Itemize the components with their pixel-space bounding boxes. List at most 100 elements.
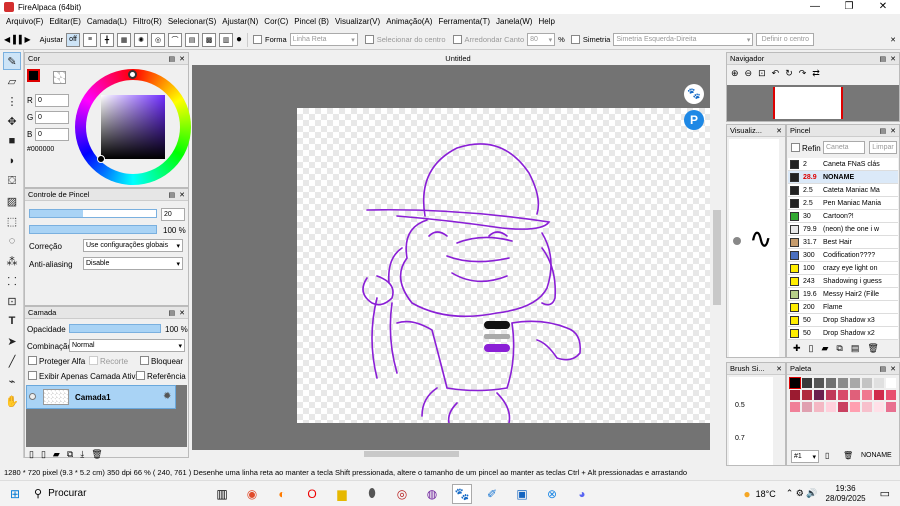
brush-list-item[interactable]: 28.9 NONAME [788,171,898,184]
panel-close-icon[interactable]: ✕ [890,365,896,373]
protect-alpha-checkbox[interactable] [28,356,37,365]
snap-circle-icon[interactable]: ◎ [151,32,165,47]
palette-swatch[interactable] [802,378,812,388]
close-button[interactable]: ✕ [866,0,900,14]
panel-float-icon[interactable]: ▤ [880,365,887,373]
notepad-icon[interactable]: ✐ [482,484,502,504]
palette-swatch[interactable] [874,378,884,388]
palette-swatch[interactable] [802,402,812,412]
gradient-icon[interactable]: ▨ [3,192,21,210]
antialiasing-select[interactable]: Disable ▾ [83,257,183,270]
zoom-out-icon[interactable]: ⊖ [745,68,753,79]
bucket-icon[interactable]: ⛋ [3,172,21,190]
hand-icon[interactable]: ✋ [3,392,21,410]
brush-list-item[interactable]: 200 Flame [788,301,898,314]
g-input[interactable]: 0 [35,111,69,124]
tray-icons[interactable]: ⌃ ⚙ 🔊 [786,488,818,499]
magic-wand-icon[interactable]: ⁂ [3,252,21,270]
toolbar-close-icon[interactable]: ✕ [890,36,896,44]
select-pen-icon[interactable]: ⸬ [3,272,21,290]
palette-swatch[interactable] [826,378,836,388]
palette-swatch[interactable] [838,378,848,388]
brush-opacity-slider[interactable] [29,225,157,234]
visibility-icon[interactable] [29,393,36,400]
notification-icon[interactable]: ▭ [880,487,890,500]
new-folder-icon[interactable]: ▰ [53,449,60,460]
vertical-scrollbar[interactable] [710,65,724,458]
clock[interactable]: 19:36 28/09/2025 [826,484,866,504]
discord-icon[interactable]: ◕ [572,484,592,504]
add-brush-icon[interactable]: ✚ [793,343,801,354]
palette-swatch[interactable] [874,390,884,400]
layer-row[interactable]: Camada1 ✹ [26,385,176,409]
clear-button[interactable]: Limpar [869,141,897,154]
operation-icon[interactable]: ➤ [3,332,21,350]
palette-swatch[interactable] [790,402,800,412]
hue-handle[interactable] [128,70,137,79]
duplicate-brush-icon[interactable]: ⧉ [836,343,842,354]
brush-folder-icon[interactable]: ▰ [822,343,829,354]
horizontal-scrollbar[interactable] [192,450,710,458]
horizontal-scroll-thumb[interactable] [364,451,459,457]
brush-size-input[interactable]: 20 [161,208,185,221]
vertical-scroll-thumb[interactable] [713,210,721,305]
b-input[interactable]: 0 [35,128,69,141]
lock-checkbox[interactable] [140,356,149,365]
brush-size-scrollbar[interactable] [775,377,785,465]
new-8bit-layer-icon[interactable]: ▯ [41,449,46,460]
simetria-select[interactable]: Simetria Esquerda-Direita ▾ [613,33,754,46]
palette-swatch[interactable] [814,390,824,400]
file-explorer-icon[interactable]: ▆ [332,484,352,504]
palette-swatch[interactable] [862,402,872,412]
panel-close-icon[interactable]: ✕ [890,127,896,135]
palette-swatch[interactable] [826,402,836,412]
alpaca-mascot-icon[interactable]: 🐾 [684,84,704,104]
game-app-icon[interactable]: ◎ [392,484,412,504]
palette-swatch[interactable] [886,378,896,388]
zoom-in-icon[interactable]: ⊕ [731,68,739,79]
document-tab[interactable]: Untitled [192,52,724,65]
menu-animacao[interactable]: Animação(A) [383,14,435,30]
eyedropper-icon[interactable]: ⌁ [3,372,21,390]
panel-float-icon[interactable]: ▤ [880,127,887,135]
brush-list-item[interactable]: 50 Drop Shadow x2 [788,327,898,340]
brush-size-slider[interactable] [29,209,157,218]
firealpaca-icon[interactable]: 🐾 [452,483,472,504]
select-eraser-icon[interactable]: ⊡ [3,292,21,310]
menu-ajustar[interactable]: Ajustar(N) [219,14,261,30]
layer-opacity-slider[interactable] [69,324,161,333]
new-layer-icon[interactable]: ▯ [29,449,34,460]
palette-swatch[interactable] [838,390,848,400]
palette-swatch[interactable] [862,390,872,400]
tor-icon[interactable]: ◍ [422,484,442,504]
r-input[interactable]: 0 [35,94,69,107]
brush-list-item[interactable]: 50 Drop Shadow x3 [788,314,898,327]
snap-off-button[interactable]: off [66,32,80,47]
brush-list-item[interactable]: 19.6 Messy Hair2 (Fille [788,288,898,301]
forma-checkbox[interactable] [253,35,263,44]
menu-visualizar[interactable]: Visualizar(V) [332,14,383,30]
panel-float-icon[interactable]: ▤ [169,191,176,199]
snap-grid-icon[interactable]: ▦ [117,32,131,47]
arredondar-input[interactable]: 80 ▾ [527,33,556,46]
brush-list-item[interactable]: 243 Shadowing i guess [788,275,898,288]
menu-cor[interactable]: Cor(C) [261,14,291,30]
simetria-checkbox[interactable] [570,35,580,44]
rotate-reset-icon[interactable]: ↻ [785,68,793,79]
minimize-button[interactable]: — [798,0,832,14]
panel-close-icon[interactable]: ✕ [179,55,185,63]
panel-close-icon[interactable]: ✕ [179,309,185,317]
palette-swatch[interactable] [886,390,896,400]
arredondar-checkbox[interactable] [452,35,462,44]
dot-tool-icon[interactable]: ⋮ [3,92,21,110]
lasso-icon[interactable]: ◌ [3,232,21,250]
navigator-preview[interactable] [727,85,899,121]
panel-float-icon[interactable]: ▤ [880,55,887,63]
palette-swatch[interactable] [850,402,860,412]
foreground-color[interactable] [27,69,40,82]
panel-next-icon[interactable]: ▌▶ [19,35,31,44]
brush-settings-icon[interactable]: ▤ [851,343,860,354]
definir-centro-button[interactable]: Definir o centro [756,33,815,46]
task-view-icon[interactable]: ▥ [212,484,232,504]
palette-swatch[interactable] [814,402,824,412]
